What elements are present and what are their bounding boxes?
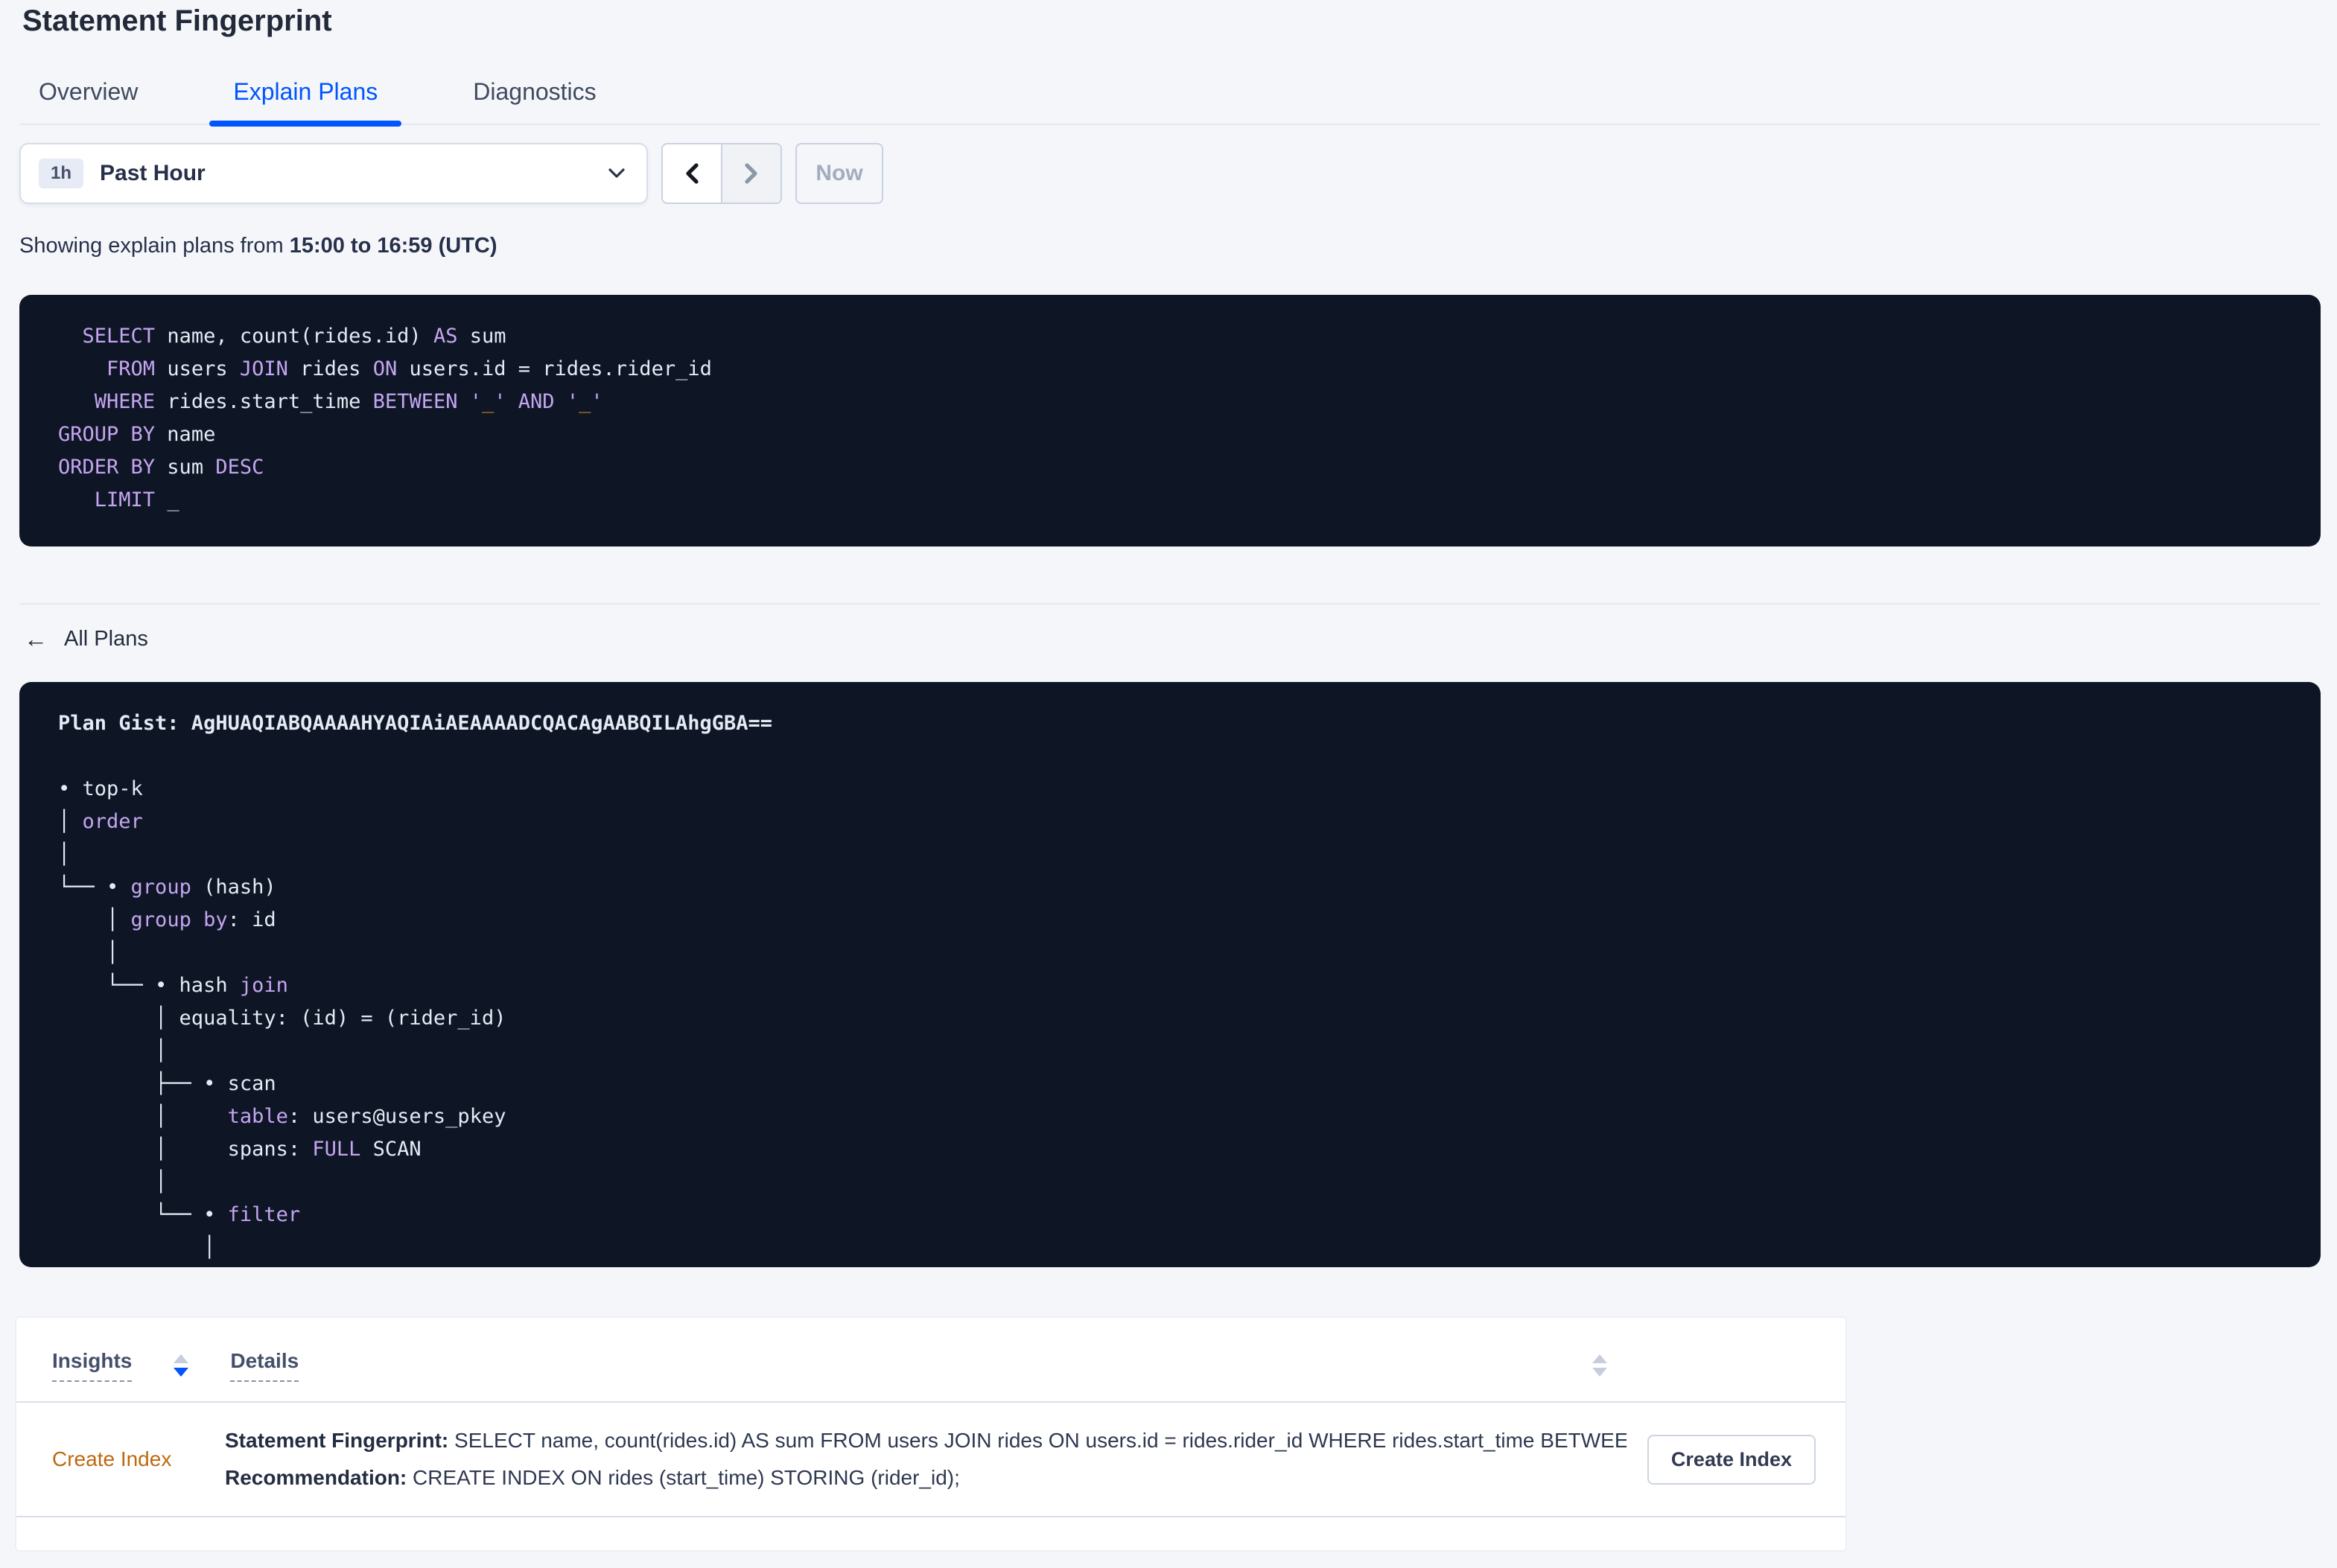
page-title: Statement Fingerprint xyxy=(22,4,332,37)
sort-icon-details[interactable] xyxy=(1592,1354,1607,1377)
code-line: Plan Gist: AgHUAQIABQAAAAHYAQIAiAEAAAADC… xyxy=(58,712,773,735)
next-interval-button[interactable] xyxy=(722,144,780,203)
code-line: ├── • scan xyxy=(58,1072,276,1095)
code-line: ORDER BY sum DESC xyxy=(58,456,264,479)
code-line: │ xyxy=(58,1039,168,1062)
code-line: GROUP BY name xyxy=(58,423,216,446)
sort-down-triangle xyxy=(1592,1368,1607,1377)
sort-up-triangle xyxy=(174,1354,189,1363)
column-header-details[interactable]: Details xyxy=(230,1349,299,1382)
insight-fingerprint-line: Statement Fingerprint: SELECT name, coun… xyxy=(225,1422,1627,1459)
insights-table-header: Insights Details xyxy=(16,1318,1845,1403)
column-header-insights[interactable]: Insights xyxy=(52,1349,133,1382)
plan-gist-code: Plan Gist: AgHUAQIABQAAAAHYAQIAiAEAAAADC… xyxy=(19,682,2321,1267)
insight-recommendation-line: Recommendation: CREATE INDEX ON rides (s… xyxy=(225,1459,1627,1497)
code-line: FROM users JOIN rides ON users.id = ride… xyxy=(106,357,712,380)
code-line: │ spans: FULL SCAN xyxy=(58,1138,422,1161)
summary-range: 15:00 to 16:59 (UTC) xyxy=(289,234,497,258)
plan-gist-panel: Plan Gist: AgHUAQIABQAAAAHYAQIAiAEAAAADC… xyxy=(19,682,2321,1267)
tab-explain-plans[interactable]: Explain Plans xyxy=(209,78,402,126)
chevron-right-icon xyxy=(743,162,760,185)
tab-overview[interactable]: Overview xyxy=(39,78,138,124)
summary-prefix: Showing explain plans from xyxy=(19,234,290,258)
sql-fingerprint-code: SELECT name, count(rides.id) AS sum FROM… xyxy=(19,295,2321,517)
showing-plans-summary: Showing explain plans from 15:00 to 16:5… xyxy=(19,234,497,258)
code-line: │ equality: (id) = (rider_id) xyxy=(58,1007,506,1030)
code-line: LIMIT _ xyxy=(94,488,179,511)
sort-icon-insights[interactable] xyxy=(174,1354,189,1377)
code-line: │ order xyxy=(58,810,143,833)
insights-card: Insights Details Create Index Statement … xyxy=(15,1316,1847,1552)
insight-table-row: Create Index Statement Fingerprint: SELE… xyxy=(16,1403,1845,1517)
section-divider xyxy=(19,603,2321,605)
code-line: │ table: users@users_pkey xyxy=(58,1105,506,1128)
now-button[interactable]: Now xyxy=(795,143,883,204)
chevron-down-icon xyxy=(608,168,626,179)
all-plans-label: All Plans xyxy=(64,627,148,651)
recommendation-label: Recommendation: xyxy=(225,1466,407,1489)
tab-bar: Overview Explain Plans Diagnostics xyxy=(19,60,2321,126)
code-line: SELECT name, count(rides.id) AS sum xyxy=(82,325,506,348)
sort-up-triangle xyxy=(1592,1354,1607,1363)
time-controls: 1h Past Hour Now xyxy=(19,143,883,204)
create-index-button[interactable]: Create Index xyxy=(1647,1434,1816,1485)
code-line: WHERE rides.start_time BETWEEN '_' AND '… xyxy=(94,390,603,413)
sort-down-triangle xyxy=(174,1368,189,1377)
code-line: └── • hash join xyxy=(58,974,288,997)
code-line: │ group by: id xyxy=(58,908,276,931)
chevron-left-icon xyxy=(683,162,701,185)
sql-fingerprint-panel: SELECT name, count(rides.id) AS sum FROM… xyxy=(19,295,2321,546)
fingerprint-label: Statement Fingerprint: xyxy=(225,1429,449,1452)
recommendation-value: CREATE INDEX ON rides (start_time) STORI… xyxy=(407,1466,960,1489)
code-line: │ xyxy=(58,1170,168,1193)
tab-diagnostics[interactable]: Diagnostics xyxy=(473,78,596,124)
time-range-select[interactable]: 1h Past Hour xyxy=(19,143,648,204)
code-line: │ xyxy=(58,1264,2291,1267)
previous-interval-button[interactable] xyxy=(663,144,722,203)
time-range-badge: 1h xyxy=(39,159,84,188)
code-line: │ xyxy=(58,843,71,866)
all-plans-back-link[interactable]: ← All Plans xyxy=(24,625,148,653)
time-range-label: Past Hour xyxy=(100,161,206,185)
insight-details-cell: Statement Fingerprint: SELECT name, coun… xyxy=(225,1422,1627,1497)
insight-type-link[interactable]: Create Index xyxy=(52,1447,225,1471)
time-pager xyxy=(661,143,782,204)
code-line: └── • group (hash) xyxy=(58,876,276,899)
arrow-left-icon: ← xyxy=(24,625,48,652)
code-line: └── • filter xyxy=(58,1203,301,1226)
code-line: │ xyxy=(58,941,119,964)
statement-fingerprint-page: Statement Fingerprint Overview Explain P… xyxy=(0,0,2337,1568)
fingerprint-value: SELECT name, count(rides.id) AS sum FROM… xyxy=(448,1429,1627,1452)
code-line: │ xyxy=(58,1236,216,1259)
code-line: • top-k xyxy=(58,777,143,800)
